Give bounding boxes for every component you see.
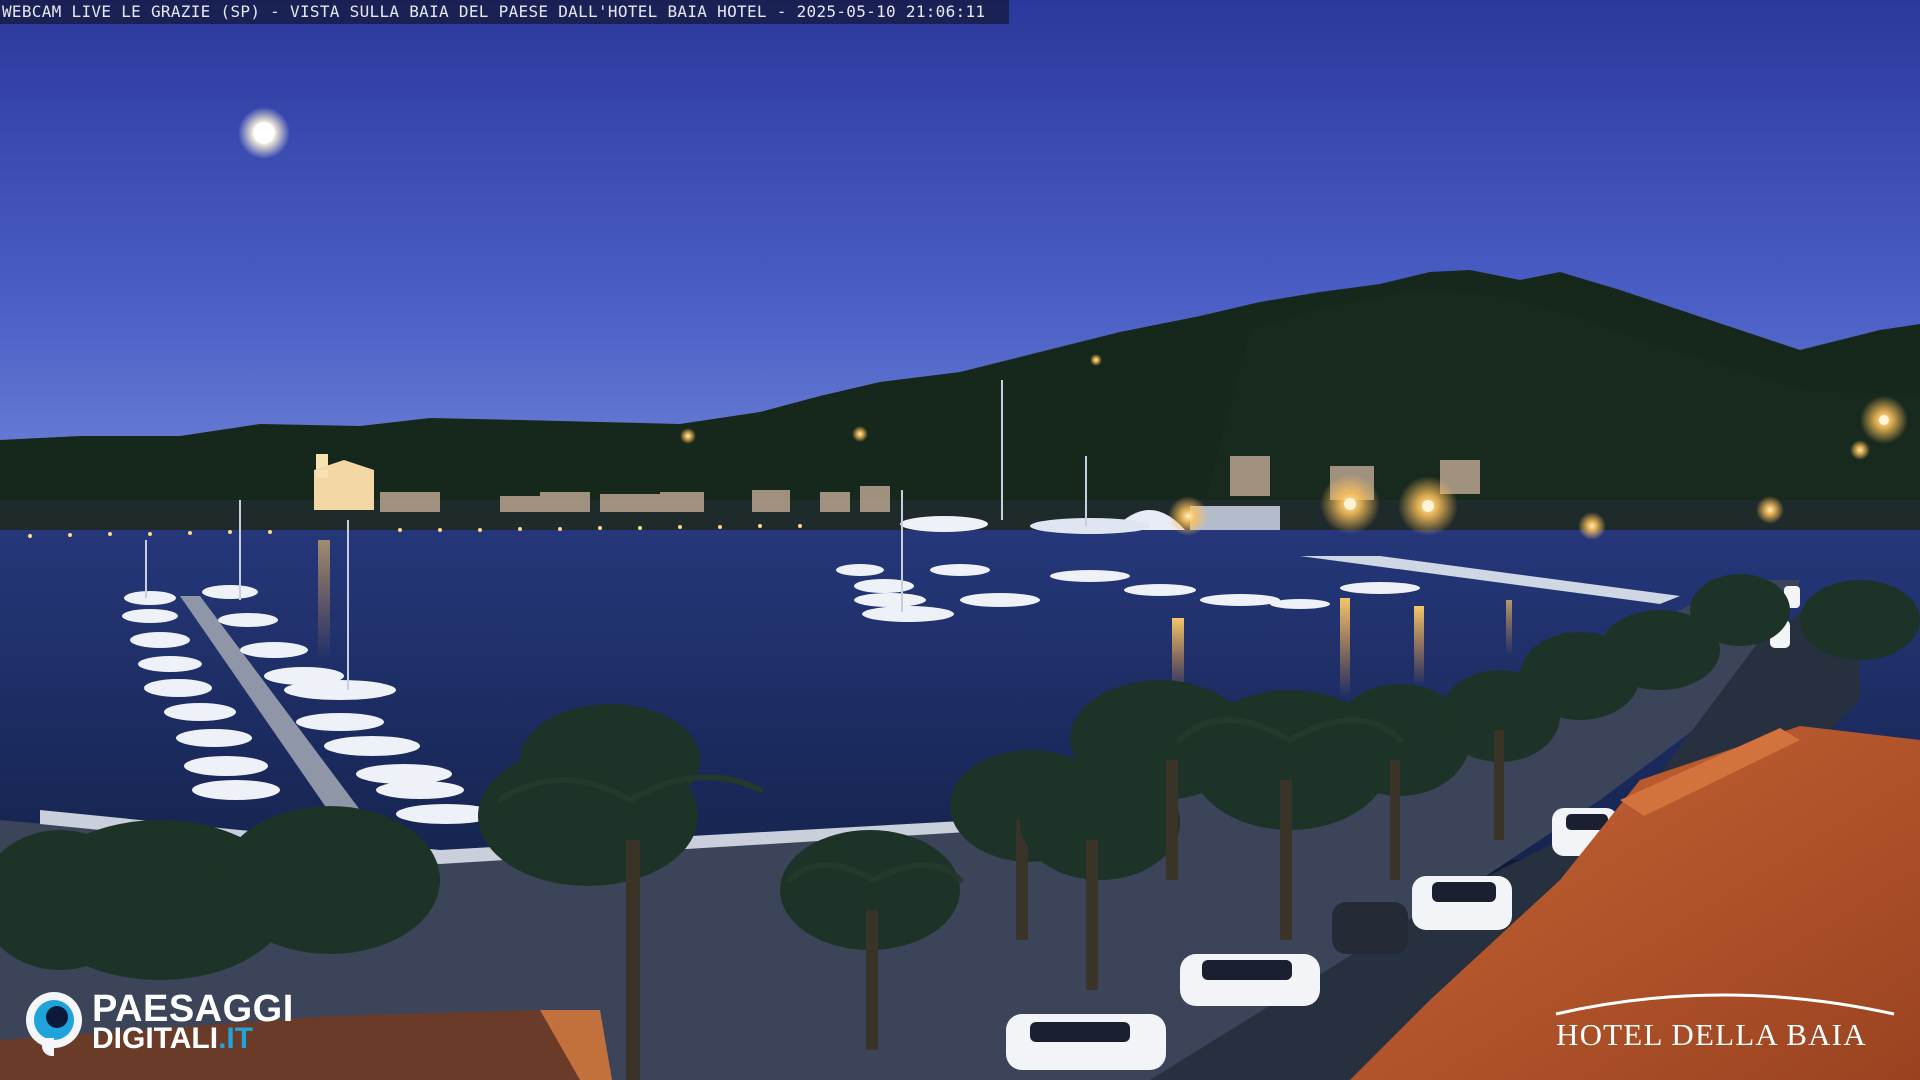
webcam-caption: WEBCAM LIVE LE GRAZIE (SP) - VISTA SULLA… [0,0,1009,24]
eye-logo-icon [26,992,82,1048]
logo-wordmark-bottom: DIGITALI.IT [92,1024,253,1054]
webcam-frame: WEBCAM LIVE LE GRAZIE (SP) - VISTA SULLA… [0,0,1920,1080]
eye-logo-tail [42,1038,54,1056]
hotel-della-baia-logo: HOTEL DELLA BAIA [1552,980,1897,1052]
moon-icon [238,107,290,159]
hotel-logo-text: HOTEL DELLA BAIA [1556,1017,1867,1052]
paesaggi-digitali-logo: PAESAGGI DIGITALI.IT [26,986,326,1056]
logo-swoosh-icon [1555,993,1895,1016]
webcam-scene [0,0,1920,1080]
logo-wordmark-main: DIGITALI [92,1022,219,1055]
logo-wordmark-accent: .IT [218,1022,254,1055]
